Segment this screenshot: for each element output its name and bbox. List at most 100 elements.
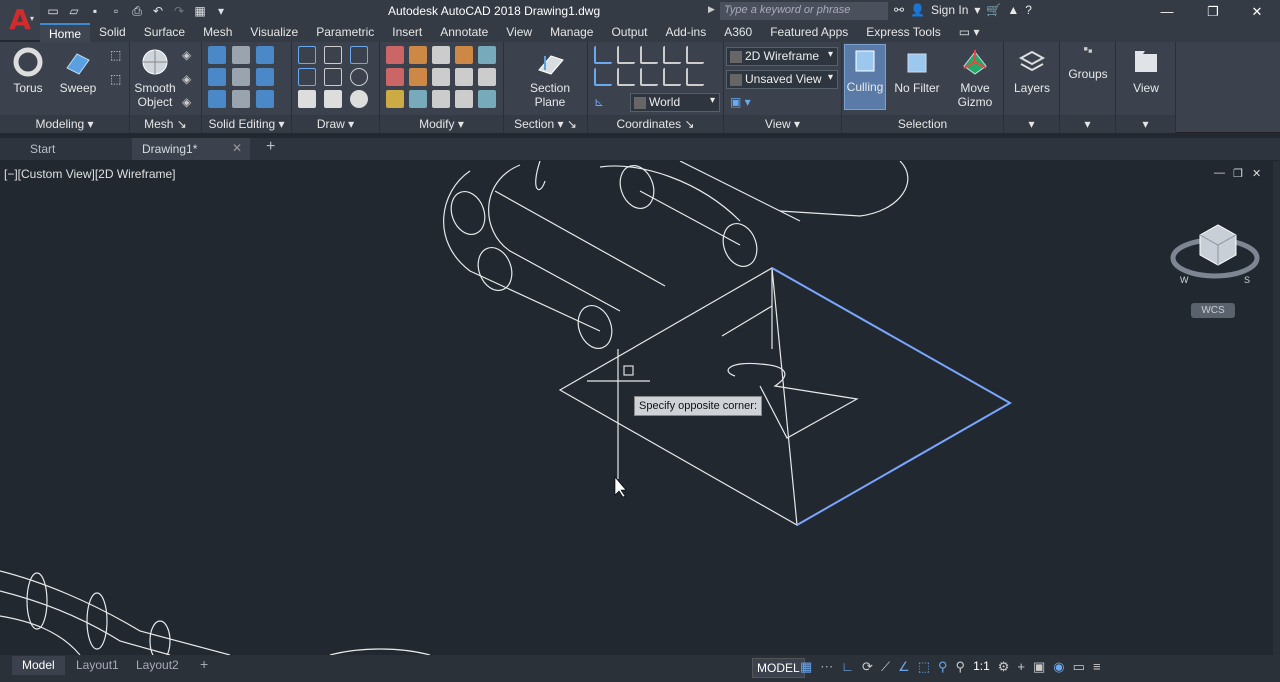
undo-icon[interactable]: ↶ — [149, 3, 167, 19]
viewcube[interactable]: W S — [1170, 213, 1260, 293]
a360-icon[interactable]: ▲ — [1007, 3, 1019, 17]
move-icon[interactable] — [432, 46, 450, 64]
customization-icon[interactable]: ≡ — [1093, 659, 1101, 675]
spline-icon[interactable] — [298, 68, 316, 86]
qat-menu-icon[interactable]: ▾ — [212, 3, 230, 19]
sign-in-dropdown-icon[interactable]: ▾ — [974, 3, 980, 17]
named-view-combo[interactable]: Unsaved View — [726, 70, 838, 89]
ribbon-tab-surface[interactable]: Surface — [135, 23, 194, 42]
new-tab-button[interactable]: + — [256, 138, 285, 160]
3d-align-icon[interactable] — [455, 68, 473, 86]
modeling-extra2-icon[interactable]: ⬚ — [110, 72, 121, 86]
sign-in-link[interactable]: Sign In — [931, 3, 968, 17]
copy-icon[interactable] — [432, 68, 450, 86]
chamfer-icon[interactable] — [478, 68, 496, 86]
panel-label-draw[interactable]: Draw ▾ — [292, 115, 379, 133]
ucs-zaxis-icon[interactable] — [686, 68, 704, 86]
match-properties-icon[interactable] — [386, 90, 404, 108]
polyline-icon[interactable] — [298, 46, 316, 64]
file-tab-drawing1[interactable]: Drawing1* ✕ — [132, 138, 250, 160]
ribbon-tab-express-tools[interactable]: Express Tools — [857, 23, 949, 42]
panel-label-modify[interactable]: Modify ▾ — [380, 115, 503, 133]
new-icon[interactable]: ▭ — [44, 3, 62, 19]
minimize-button[interactable]: — — [1144, 0, 1190, 23]
panel-label-mesh[interactable]: Mesh ↘ — [130, 115, 201, 133]
layout-tab-layout1[interactable]: Layout1 — [66, 656, 129, 675]
visual-style-combo[interactable]: 2D Wireframe — [726, 47, 838, 66]
sweep-button[interactable]: Sweep — [56, 46, 100, 95]
save-as-icon[interactable]: ▫ — [107, 3, 125, 19]
auto-scale-icon[interactable]: ⚲ — [956, 659, 966, 675]
file-tab-start[interactable]: Start — [20, 138, 65, 160]
binoculars-icon[interactable]: ⚯ — [894, 3, 904, 17]
ucs-combo[interactable]: World — [630, 93, 720, 112]
close-button[interactable]: ✕ — [1234, 0, 1280, 23]
workspace-gear-icon[interactable]: ⚙ — [998, 659, 1010, 675]
clean-screen-icon[interactable]: ▭ — [1073, 659, 1085, 675]
torus-button[interactable]: Torus — [6, 46, 50, 95]
ucs-icon[interactable] — [594, 46, 612, 64]
restore-button[interactable]: ❐ — [1190, 0, 1236, 23]
rotate-icon[interactable] — [409, 68, 427, 86]
ribbon-tab-add-ins[interactable]: Add-ins — [657, 23, 716, 42]
units-icon[interactable]: ▣ — [1033, 659, 1045, 675]
array-icon[interactable] — [478, 90, 496, 108]
panel-label-solid-editing[interactable]: Solid Editing ▾ — [202, 115, 291, 133]
interfere-icon[interactable] — [232, 90, 250, 108]
ucs-3point-icon[interactable] — [663, 68, 681, 86]
ortho-icon[interactable]: ∟ — [841, 659, 854, 675]
culling-button[interactable]: Culling — [844, 44, 886, 110]
ellipse-icon[interactable] — [350, 90, 368, 108]
groups-expand-icon[interactable]: ▾ — [1060, 115, 1115, 133]
layout-tab-model[interactable]: Model — [12, 656, 65, 675]
ucs-view-icon[interactable] — [617, 68, 635, 86]
cart-icon[interactable]: 🛒 — [986, 3, 1001, 17]
layers-expand-icon[interactable]: ▾ — [1004, 115, 1059, 133]
ribbon-tab-view[interactable]: View — [497, 23, 541, 42]
ribbon-tab-solid[interactable]: Solid — [90, 23, 135, 42]
ucs-world-icon[interactable]: ⊾ — [594, 95, 604, 109]
mesh-tool2-icon[interactable]: ◈ — [182, 72, 191, 86]
annotation-monitor-icon[interactable]: + — [1017, 659, 1025, 675]
intersect-icon[interactable] — [208, 90, 226, 108]
mirror-icon[interactable] — [409, 90, 427, 108]
panel-label-section[interactable]: Section ▾ ↘ — [504, 115, 587, 133]
ucs-y-icon[interactable] — [663, 46, 681, 64]
ucs-face-icon[interactable] — [594, 68, 612, 86]
panel-label-coordinates[interactable]: Coordinates ↘ — [588, 115, 723, 133]
section-plane-button[interactable]: Section Plane — [524, 46, 576, 109]
mesh-tool1-icon[interactable]: ◈ — [182, 48, 191, 62]
ribbon-tab-parametric[interactable]: Parametric — [307, 23, 383, 42]
shell-icon[interactable] — [256, 90, 274, 108]
annotation-scale-label[interactable]: 1:1 — [973, 659, 990, 675]
isodraft-icon[interactable]: ⟋ — [881, 659, 890, 675]
search-input[interactable]: Type a keyword or phrase — [720, 2, 888, 20]
redo-icon[interactable]: ↷ — [170, 3, 188, 19]
3d-move-icon[interactable] — [409, 46, 427, 64]
subtract-icon[interactable] — [208, 68, 226, 86]
groups-button[interactable]: Groups — [1064, 46, 1112, 81]
ribbon-tab-a360[interactable]: A360 — [715, 23, 761, 42]
3d-rotate-icon[interactable] — [455, 46, 473, 64]
smooth-object-button[interactable]: Smooth Object — [132, 46, 178, 109]
panel-label-view[interactable]: View ▾ — [724, 115, 841, 133]
mesh-tool3-icon[interactable]: ◈ — [182, 95, 191, 109]
panel-label-modeling[interactable]: Modeling ▾ — [0, 115, 129, 133]
extrude-faces-icon[interactable] — [256, 46, 274, 64]
object-snap-icon[interactable]: ⬚ — [918, 659, 930, 675]
print-icon[interactable]: ⎙ — [128, 3, 146, 19]
slice-icon[interactable] — [232, 68, 250, 86]
snap-icon[interactable]: ⋯ — [820, 659, 833, 675]
modeling-extra-icon[interactable]: ⬚ — [110, 48, 121, 62]
stretch-icon[interactable] — [432, 90, 450, 108]
user-icon[interactable]: 👤 — [910, 3, 925, 17]
fillet-icon[interactable] — [386, 68, 404, 86]
layers-button[interactable]: Layers — [1008, 46, 1056, 95]
trim-icon[interactable] — [386, 46, 404, 64]
search-expand-icon[interactable]: ▶ — [708, 4, 715, 15]
rectangle-icon[interactable] — [324, 90, 342, 108]
annotation-visibility-icon[interactable]: ⚲ — [938, 659, 948, 675]
polygon-icon[interactable] — [298, 90, 316, 108]
union-icon[interactable] — [208, 46, 226, 64]
model-space-button[interactable]: MODEL — [752, 658, 805, 678]
